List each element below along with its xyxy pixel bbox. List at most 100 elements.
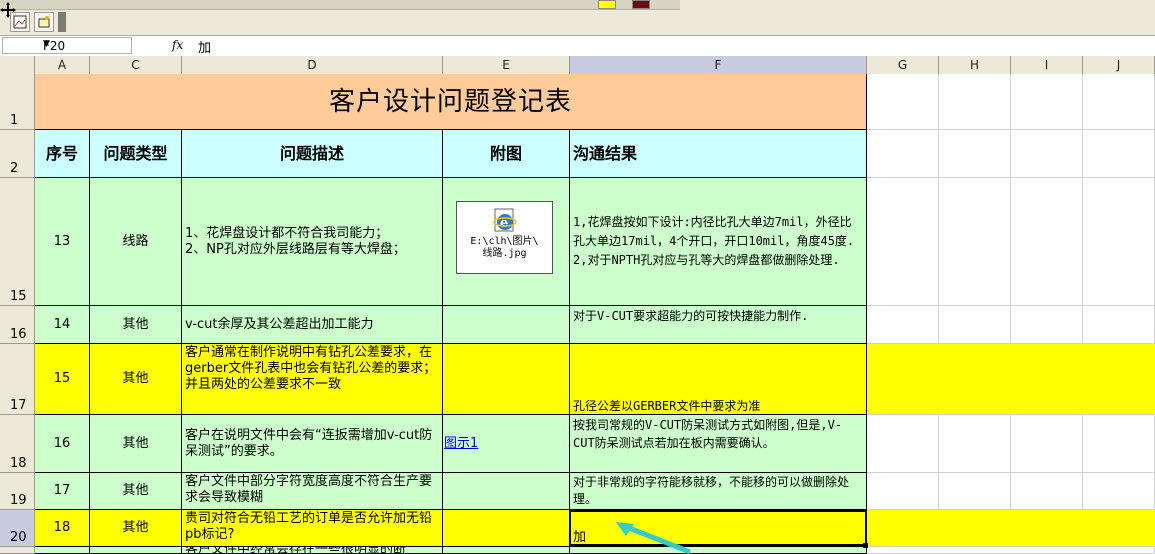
cell-g17-j17[interactable]: [867, 344, 1155, 415]
row-header-1[interactable]: 1: [0, 74, 35, 130]
font-color-swatch[interactable]: [632, 0, 650, 9]
cell-h2[interactable]: [939, 130, 1011, 178]
cell-no[interactable]: [35, 547, 90, 554]
figure-1-link[interactable]: 图示1: [444, 436, 478, 452]
cell-type[interactable]: [90, 547, 182, 554]
cell-g2[interactable]: [867, 130, 939, 178]
fill-handle[interactable]: [863, 543, 868, 548]
header-type[interactable]: 问题类型: [90, 130, 182, 178]
cell-h1[interactable]: [939, 74, 1011, 130]
row-header-21[interactable]: [0, 547, 35, 554]
header-no[interactable]: 序号: [35, 130, 90, 178]
cell-g16[interactable]: [867, 306, 939, 344]
cell-h16[interactable]: [939, 306, 1011, 344]
header-result[interactable]: 沟通结果: [570, 130, 867, 178]
cell-desc[interactable]: 客户通常在制作说明中有钻孔公差要求，在gerber文件孔表中也会有钻孔公差的要求…: [182, 344, 443, 415]
cell-no[interactable]: 18: [35, 510, 90, 547]
cell-g19[interactable]: [867, 473, 939, 510]
cell-i1[interactable]: [1011, 74, 1083, 130]
cell-type[interactable]: 其他: [90, 344, 182, 415]
cell-result[interactable]: 孔径公差以GERBER文件中要求为准: [570, 344, 867, 415]
draw-image-button[interactable]: [10, 12, 30, 32]
cell-g15[interactable]: [867, 178, 939, 306]
row-header-16[interactable]: 16: [0, 306, 35, 344]
cell-desc[interactable]: v-cut余厚及其公差超出加工能力: [182, 306, 443, 344]
cell-no[interactable]: 15: [35, 344, 90, 415]
cell-i18[interactable]: [1011, 415, 1083, 473]
cell-attach[interactable]: 图示1: [443, 415, 570, 473]
cell-attach[interactable]: [443, 547, 570, 554]
cell-desc[interactable]: 客户文件中部分字符宽度高度不符合生产要求会导致模糊: [182, 473, 443, 510]
column-header-f[interactable]: F: [570, 56, 867, 74]
row-header-17[interactable]: 17: [0, 344, 35, 415]
cell-no[interactable]: 16: [35, 415, 90, 473]
cell-i2[interactable]: [1011, 130, 1083, 178]
cell-type[interactable]: 其他: [90, 415, 182, 473]
column-header-h[interactable]: H: [939, 56, 1011, 74]
cell-type[interactable]: 其他: [90, 306, 182, 344]
cell-g20-j20[interactable]: [867, 510, 1155, 547]
cell-result[interactable]: 1,花焊盘按如下设计:内径比孔大单边7mil，外径比孔大单边17mil，4个开口…: [570, 178, 867, 306]
cell-j18[interactable]: [1083, 415, 1155, 473]
toolbar-options-dropdown[interactable]: [58, 12, 66, 32]
cell-j2[interactable]: [1083, 130, 1155, 178]
chevron-down-icon[interactable]: ▼: [43, 39, 121, 49]
formula-input[interactable]: 加: [198, 37, 211, 56]
cell-i15[interactable]: [1011, 178, 1083, 306]
column-header-i[interactable]: I: [1011, 56, 1083, 74]
cell-attach[interactable]: [443, 344, 570, 415]
column-header-e[interactable]: E: [443, 56, 570, 74]
cell-type[interactable]: 其他: [90, 510, 182, 547]
cell-g1[interactable]: [867, 74, 939, 130]
name-box[interactable]: F20 ▼: [2, 37, 132, 54]
cell-no[interactable]: 14: [35, 306, 90, 344]
cell-attach[interactable]: [443, 306, 570, 344]
sheet-title[interactable]: 客户设计问题登记表: [35, 74, 867, 130]
cell-desc[interactable]: 客户在说明文件中会有“连扳需增加v-cut防呆测试”的要求。: [182, 415, 443, 473]
cell-attach[interactable]: [443, 473, 570, 510]
cell-desc[interactable]: 客户文件中经常会存在一些很明显的断: [182, 547, 443, 554]
cell-result[interactable]: 按我司常规的V-CUT防呆测试方式如附图,但是,V-CUT防呆测试点若加在板内需…: [570, 415, 867, 473]
cell-g18[interactable]: [867, 415, 939, 473]
cell-desc[interactable]: 1、花焊盘设计都不符合我司能力； 2、NP孔对应外层线路层有等大焊盘；: [182, 178, 443, 306]
cell-i19[interactable]: [1011, 473, 1083, 510]
cell-type[interactable]: 其他: [90, 473, 182, 510]
row-header-2[interactable]: 2: [0, 130, 35, 178]
embedded-image-attachment[interactable]: e E:\clh\图片\ 线路.jpg: [456, 201, 553, 274]
column-header-c[interactable]: C: [90, 56, 182, 74]
cell-j16[interactable]: [1083, 306, 1155, 344]
cell-j1[interactable]: [1083, 74, 1155, 130]
cell-h15[interactable]: [939, 178, 1011, 306]
column-header-g[interactable]: G: [867, 56, 939, 74]
cell-h19[interactable]: [939, 473, 1011, 510]
column-header-j[interactable]: J: [1083, 56, 1155, 74]
cell-i16[interactable]: [1011, 306, 1083, 344]
cell-desc[interactable]: 贵司对符合无铅工艺的订单是否允许加无铅pb标记?: [182, 510, 443, 547]
toolbar: [0, 0, 1155, 34]
cell-type[interactable]: 线路: [90, 178, 182, 306]
row-header-18[interactable]: 18: [0, 415, 35, 473]
cell-g21-j21[interactable]: [867, 547, 1155, 554]
fill-color-swatch[interactable]: [598, 0, 616, 9]
cell-j19[interactable]: [1083, 473, 1155, 510]
row-header-15[interactable]: 15: [0, 178, 35, 306]
cell-h18[interactable]: [939, 415, 1011, 473]
function-icon[interactable]: fx: [172, 38, 183, 52]
annotation-arrow-icon: [616, 522, 691, 554]
cell-j15[interactable]: [1083, 178, 1155, 306]
cell-no[interactable]: 17: [35, 473, 90, 510]
insert-object-button[interactable]: [34, 12, 54, 32]
column-header-d[interactable]: D: [182, 56, 443, 74]
row-header-20[interactable]: 20: [0, 510, 35, 547]
cell-result[interactable]: 对于V-CUT要求超能力的可按快捷能力制作.: [570, 306, 867, 344]
select-all-corner[interactable]: [0, 56, 35, 74]
column-header-a[interactable]: A: [35, 56, 90, 74]
cell-attach[interactable]: [443, 510, 570, 547]
cell-result[interactable]: 对于非常规的字符能移就移，不能移的可以做删除处理。: [570, 473, 867, 510]
header-desc[interactable]: 问题描述: [182, 130, 443, 178]
column-headers: A C D E F G H I J: [0, 56, 1155, 75]
row-header-19[interactable]: 19: [0, 473, 35, 510]
header-attach[interactable]: 附图: [443, 130, 570, 178]
cell-no[interactable]: 13: [35, 178, 90, 306]
internet-explorer-icon: e: [493, 208, 517, 232]
